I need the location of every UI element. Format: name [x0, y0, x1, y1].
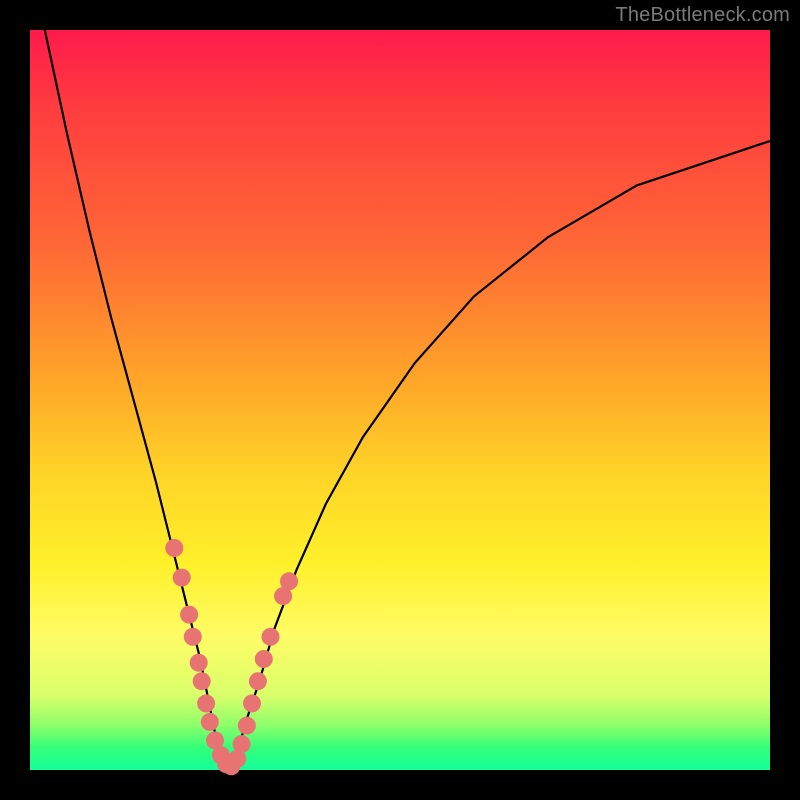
sample-dot — [262, 628, 280, 646]
sample-dot — [280, 572, 298, 590]
sample-dot — [165, 539, 183, 557]
plot-area — [30, 30, 770, 770]
sample-dots — [165, 539, 298, 775]
sample-dot — [238, 717, 256, 735]
chart-svg — [30, 30, 770, 770]
sample-dot — [249, 672, 267, 690]
sample-dot — [197, 694, 215, 712]
sample-dot — [190, 654, 208, 672]
sample-dot — [173, 569, 191, 587]
sample-dot — [184, 628, 202, 646]
sample-dot — [255, 650, 273, 668]
sample-dot — [193, 672, 211, 690]
chart-frame: TheBottleneck.com — [0, 0, 800, 800]
bottleneck-curve — [45, 30, 770, 770]
sample-dot — [180, 606, 198, 624]
sample-dot — [243, 694, 261, 712]
watermark-text: TheBottleneck.com — [615, 4, 790, 27]
sample-dot — [201, 713, 219, 731]
sample-dot — [233, 735, 251, 753]
